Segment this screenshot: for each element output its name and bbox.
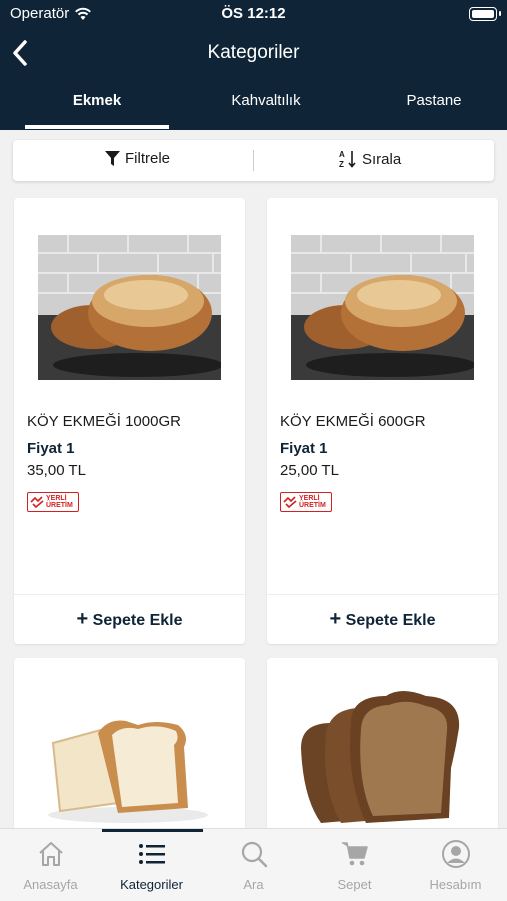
tab-kahvaltilik[interactable]: Kahvaltılık (192, 92, 340, 109)
price-label: Fiyat 1 (280, 440, 328, 457)
add-to-cart-button[interactable]: + Sepete Ekle (267, 608, 498, 631)
sort-button[interactable]: A Z Sırala (339, 150, 401, 168)
product-price: 25,00 TL (280, 462, 339, 479)
badge-line-2: ÜRETİM (299, 502, 326, 509)
tab-search-label: Ara (243, 877, 264, 892)
add-to-cart-label: Sepete Ekle (345, 612, 436, 629)
handshake-icon (30, 496, 44, 508)
search-icon (241, 841, 268, 868)
nav-bar: Kategoriler (0, 36, 507, 70)
tab-account-label: Hesabım (429, 877, 482, 892)
add-to-cart-label: Sepete Ekle (92, 612, 183, 629)
local-production-badge: YERLİ ÜRETİM (27, 492, 79, 512)
page-title: Kategoriler (207, 42, 300, 63)
status-time: ÖS 12:12 (221, 5, 286, 22)
product-name: KÖY EKMEĞİ 1000GR (27, 413, 181, 430)
plus-icon: + (76, 608, 89, 630)
price-label: Fiyat 1 (27, 440, 75, 457)
tab-categories-label: Kategoriler (120, 877, 183, 892)
tab-cart[interactable]: Sepet (304, 829, 405, 901)
filter-label: Filtrele (125, 150, 171, 167)
sort-label: Sırala (362, 150, 402, 168)
status-bar: Operatör ÖS 12:12 (0, 0, 507, 28)
product-price: 35,00 TL (27, 462, 86, 479)
tab-cart-label: Sepet (337, 877, 372, 892)
bottom-tab-bar: Anasayfa Kategoriler Ara Sepet Hesabım (0, 828, 507, 901)
category-tabs: Ekmek Kahvaltılık Pastane (0, 84, 507, 130)
active-tab-indicator (25, 125, 169, 129)
product-image (38, 235, 221, 380)
local-production-badge: YERLİ ÜRETİM (280, 492, 332, 512)
svg-text:Z: Z (339, 160, 344, 168)
toolbar-divider (253, 150, 254, 171)
badge-line-1: YERLİ (299, 495, 320, 502)
product-image (48, 720, 208, 823)
list-icon (139, 844, 165, 864)
badge-line-2: ÜRETİM (46, 502, 73, 509)
product-card[interactable]: KÖY EKMEĞİ 600GR Fiyat 1 25,00 TL YERLİ … (267, 198, 498, 644)
product-image (301, 691, 460, 823)
tab-categories[interactable]: Kategoriler (101, 829, 202, 901)
tab-account[interactable]: Hesabım (405, 829, 506, 901)
tab-home-label: Anasayfa (23, 877, 78, 892)
tab-pastane[interactable]: Pastane (380, 92, 488, 109)
product-card[interactable]: KÖY EKMEĞİ 1000GR Fiyat 1 35,00 TL YERLİ… (14, 198, 245, 644)
sort-az-icon: A Z (339, 150, 356, 168)
handshake-icon (283, 496, 297, 508)
badge-line-1: YERLİ (46, 495, 67, 502)
home-icon (39, 842, 63, 866)
plus-icon: + (329, 608, 342, 630)
card-divider (14, 594, 245, 595)
tab-home[interactable]: Anasayfa (0, 829, 101, 901)
add-to-cart-button[interactable]: + Sepete Ekle (14, 608, 245, 631)
filter-icon (105, 150, 120, 166)
app-header: Operatör ÖS 12:12 Kategoriler Ekmek Kahv… (0, 0, 507, 130)
card-divider (267, 594, 498, 595)
filter-sort-bar: Filtrele A Z Sırala (13, 140, 494, 181)
product-image (291, 235, 474, 380)
tab-search[interactable]: Ara (203, 829, 304, 901)
product-name: KÖY EKMEĞİ 600GR (280, 413, 426, 430)
user-icon (442, 840, 470, 868)
cart-icon (342, 842, 368, 866)
filter-button[interactable]: Filtrele (105, 150, 170, 167)
tab-ekmek[interactable]: Ekmek (25, 92, 169, 109)
svg-text:A: A (339, 150, 345, 159)
battery-icon (469, 7, 501, 21)
